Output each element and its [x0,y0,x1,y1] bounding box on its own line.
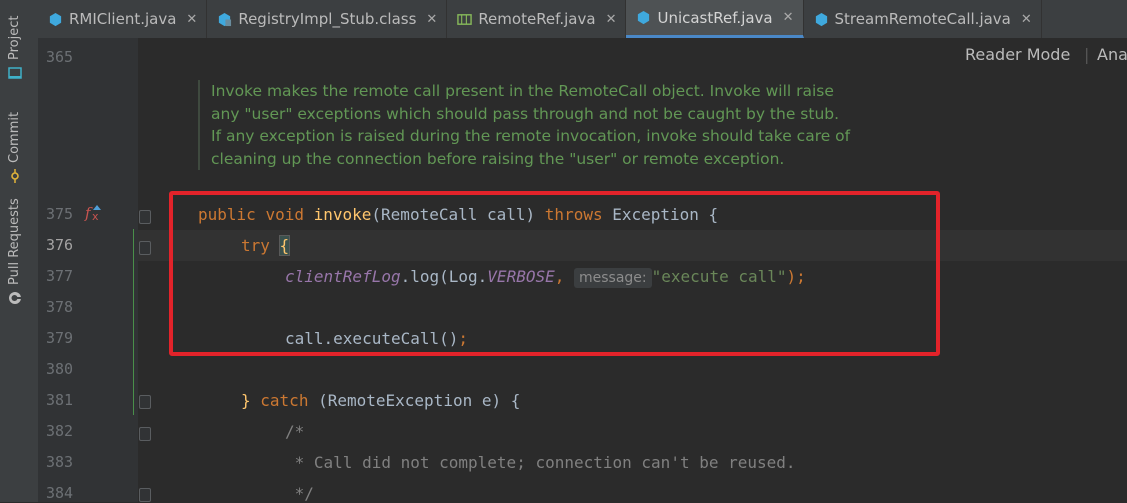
line-number: 365 [46,48,74,66]
line-number: 379 [46,329,74,347]
rendered-doc-comment: Invoke makes the remote call present in … [198,80,851,170]
code-editor[interactable]: Reader Mode | Ana 365 375 376 377 378 37… [38,38,1127,503]
project-tool-label: Project [7,15,22,60]
tab-label: RMIClient.java [69,10,177,28]
tab-registryimpl-stub[interactable]: RegistryImpl_Stub.class ✕ [207,0,448,38]
pull-requests-tool-label: Pull Requests [7,198,22,285]
close-icon[interactable]: ✕ [186,12,197,27]
commit-tool-button[interactable]: Commit [7,112,22,183]
code-line-381: } catch (RemoteException e) { [241,391,1127,410]
close-icon[interactable]: ✕ [606,12,617,27]
tab-streamremotecall[interactable]: StreamRemoteCall.java ✕ [804,0,1042,38]
tab-rmiclient[interactable]: RMIClient.java ✕ [38,0,208,38]
folder-icon [7,67,22,79]
line-number: 375 [46,205,74,223]
commit-icon [10,169,19,183]
tool-window-sidebar: Project Commit Pull Requests [0,0,39,502]
fold-marker[interactable] [139,427,151,441]
line-number: 378 [46,298,74,316]
commit-tool-label: Commit [7,111,22,163]
changed-lines-marker [133,229,134,415]
tab-label: RemoteRef.java [478,10,596,28]
line-number: 380 [46,360,74,378]
line-number: 381 [46,391,74,409]
code-line-383: * Call did not complete; connection can'… [285,453,796,472]
code-line-382: /* [285,422,305,441]
java-class-icon [49,12,62,26]
overrides-method-icon[interactable]: f x [84,203,104,223]
tab-label: UnicastRef.java [657,8,773,27]
editor-tab-bar: RMIClient.java ✕ RegistryImpl_Stub.class… [38,0,1127,39]
fold-marker[interactable] [139,241,151,255]
code-text: (RemoteException e) { [308,391,521,410]
java-class-icon [815,12,827,26]
close-icon[interactable]: ✕ [1021,12,1032,27]
fold-marker[interactable] [139,488,151,502]
keyword: catch [260,391,309,410]
project-tool-button[interactable]: Project [7,16,22,80]
tab-label: RegistryImpl_Stub.class [238,10,417,28]
fold-marker[interactable] [139,395,151,409]
pull-requests-tool-button[interactable]: Pull Requests [7,198,22,305]
reader-mode-button[interactable]: Reader Mode [965,45,1070,64]
line-number: 376 [46,236,74,254]
github-icon [8,292,21,304]
line-number: 383 [46,453,74,471]
fold-marker[interactable] [139,210,151,224]
close-icon[interactable]: ✕ [783,10,794,25]
tab-remoteref[interactable]: RemoteRef.java ✕ [447,0,627,38]
code-line-384: */ [285,484,314,503]
toolbar-divider: | [1084,45,1090,64]
line-number: 384 [46,484,74,502]
brace: } [241,391,251,410]
close-icon[interactable]: ✕ [426,12,437,27]
line-number: 377 [46,267,74,285]
class-file-icon [219,12,232,26]
svg-text:x: x [92,210,99,223]
analyze-button[interactable]: Ana [1097,45,1127,64]
highlight-annotation-box [169,191,940,356]
tab-label: StreamRemoteCall.java [834,10,1011,28]
tab-unicastref[interactable]: UnicastRef.java ✕ [626,0,804,38]
java-class-icon [638,10,650,25]
line-number: 382 [46,422,74,440]
interface-icon [457,13,473,25]
